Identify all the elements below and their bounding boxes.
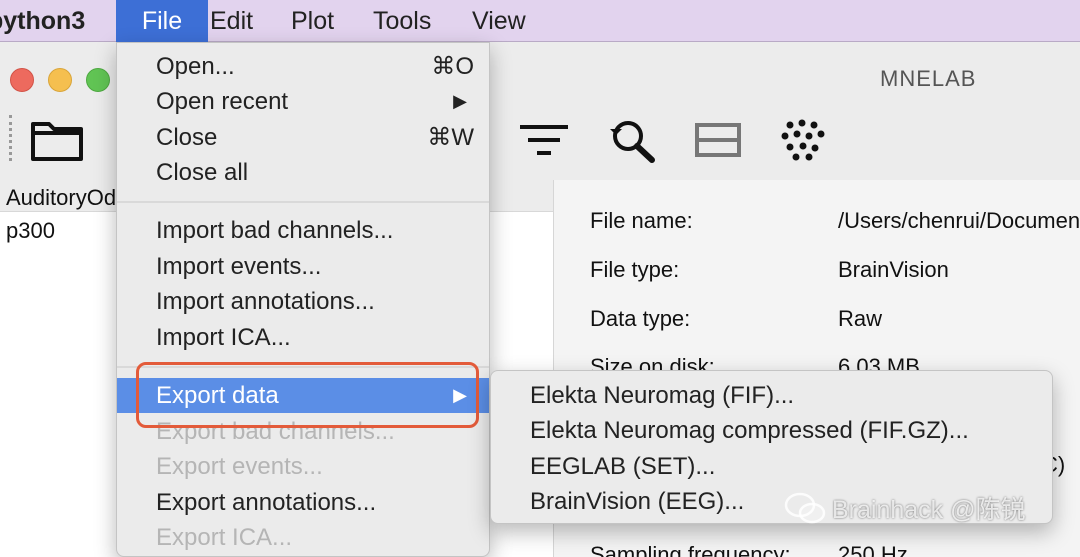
menu-item-export-events[interactable]: Export events... bbox=[117, 449, 489, 484]
watermark-text: Brainhack @陈锐 bbox=[832, 496, 1026, 524]
menu-item-label: Import events... bbox=[156, 253, 322, 280]
info-key: Data type: bbox=[590, 306, 691, 331]
watermark: Brainhack @陈锐 bbox=[784, 490, 1026, 526]
menu-item-close[interactable]: Close ⌘W bbox=[117, 120, 489, 155]
close-window-button[interactable] bbox=[10, 68, 34, 92]
epochs-icon[interactable] bbox=[695, 123, 741, 162]
info-value: BrainVision bbox=[838, 257, 949, 282]
menu-item-import-ica[interactable]: Import ICA... bbox=[117, 320, 489, 355]
zoom-window-button[interactable] bbox=[86, 68, 110, 92]
menubar: python3 File Edit Plot Tools View bbox=[0, 0, 1080, 42]
menu-item-label: Import bad channels... bbox=[156, 217, 394, 244]
menu-item-import-events[interactable]: Import events... bbox=[117, 249, 489, 284]
menu-item-label: Open... bbox=[156, 53, 235, 80]
menubar-tools[interactable]: Tools bbox=[373, 0, 431, 42]
minimize-window-button[interactable] bbox=[48, 68, 72, 92]
info-key: Sampling frequency: bbox=[590, 542, 791, 557]
menu-item-open-recent[interactable]: Open recent ▶ bbox=[117, 84, 489, 119]
menu-item-label: Export events... bbox=[156, 453, 323, 480]
ica-dots-icon[interactable] bbox=[780, 119, 826, 166]
menu-separator bbox=[117, 201, 489, 203]
menubar-view[interactable]: View bbox=[472, 0, 526, 42]
menu-item-label: Export annotations... bbox=[156, 489, 377, 516]
folder-icon[interactable] bbox=[30, 118, 84, 167]
menubar-app-name[interactable]: python3 bbox=[0, 0, 85, 42]
highlight-callout bbox=[136, 362, 479, 428]
zoom-reset-icon[interactable] bbox=[604, 117, 658, 168]
menu-item-label: Export ICA... bbox=[156, 524, 293, 551]
menu-item-label: Import annotations... bbox=[156, 288, 375, 315]
info-key: File name: bbox=[590, 208, 693, 233]
shortcut-label: ⌘O bbox=[431, 53, 474, 80]
filter-icon[interactable] bbox=[520, 123, 568, 162]
menu-item-import-bad-channels[interactable]: Import bad channels... bbox=[117, 213, 489, 248]
menu-item-label: Open recent bbox=[156, 88, 289, 115]
menu-item-label: Close all bbox=[156, 159, 249, 186]
menubar-file[interactable]: File bbox=[116, 0, 208, 42]
submenu-item-set[interactable]: EEGLAB (SET)... bbox=[491, 449, 1052, 484]
info-value: /Users/chenrui/Documents bbox=[838, 208, 1080, 233]
submenu-item-fif-gz[interactable]: Elekta Neuromag compressed (FIF.GZ)... bbox=[491, 413, 1052, 448]
shortcut-label: ⌘W bbox=[427, 124, 474, 151]
info-value: 250 Hz bbox=[838, 542, 908, 557]
wechat-logo-icon bbox=[784, 491, 826, 525]
menu-item-close-all[interactable]: Close all bbox=[117, 155, 489, 190]
sidebar-item-p300[interactable]: p300 bbox=[6, 218, 55, 244]
toolbar-grip[interactable] bbox=[9, 115, 13, 161]
submenu-item-fif[interactable]: Elekta Neuromag (FIF)... bbox=[491, 378, 1052, 413]
menubar-plot[interactable]: Plot bbox=[291, 0, 334, 42]
window-title: MNELAB bbox=[880, 66, 977, 91]
info-key: File type: bbox=[590, 257, 680, 282]
submenu-arrow-icon: ▶ bbox=[453, 91, 467, 111]
menubar-edit[interactable]: Edit bbox=[210, 0, 253, 42]
menu-item-open[interactable]: Open... ⌘O bbox=[117, 49, 489, 84]
menu-item-label: Close bbox=[156, 124, 218, 151]
info-value: Raw bbox=[838, 306, 883, 331]
menu-item-export-ica[interactable]: Export ICA... bbox=[117, 520, 489, 555]
menu-item-import-annotations[interactable]: Import annotations... bbox=[117, 284, 489, 319]
menu-item-label: Import ICA... bbox=[156, 324, 291, 351]
file-menu: Open... ⌘O Open recent ▶ Close ⌘W Close … bbox=[116, 42, 490, 557]
menu-item-export-annotations[interactable]: Export annotations... bbox=[117, 485, 489, 520]
